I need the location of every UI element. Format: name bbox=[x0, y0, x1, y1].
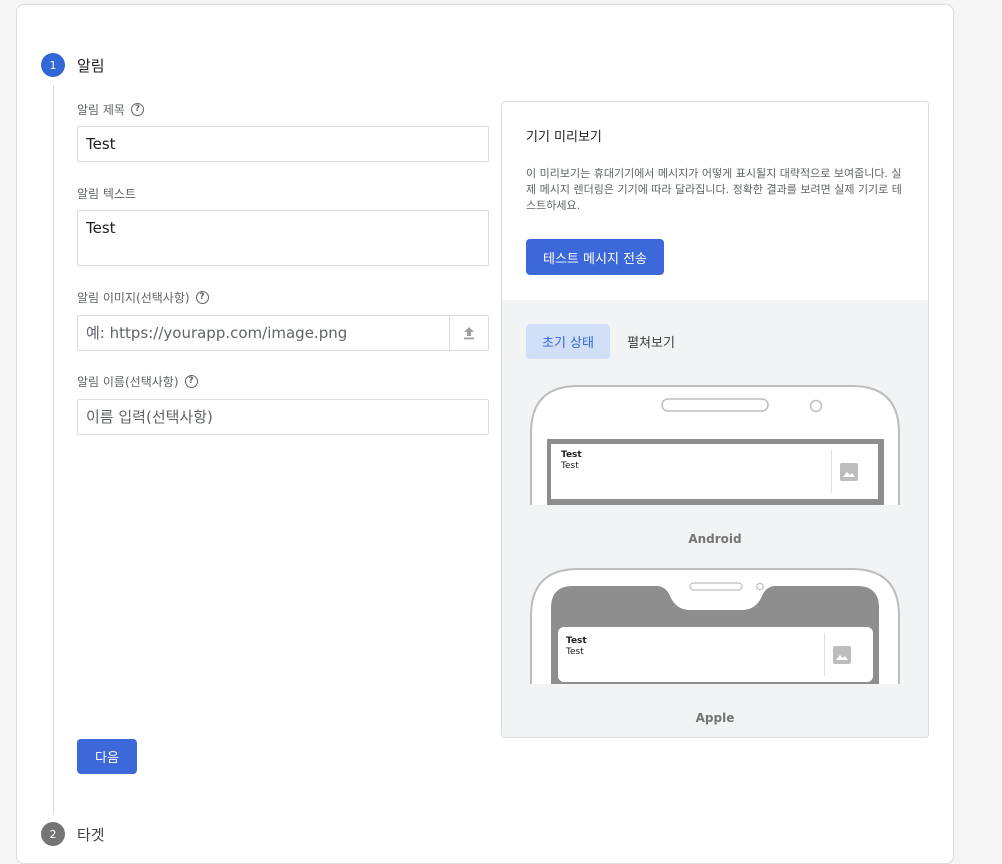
notification-image-label-text: 알림 이미지(선택사항) bbox=[77, 291, 190, 305]
stepper-line bbox=[53, 85, 54, 814]
next-button[interactable]: 다음 bbox=[77, 739, 137, 774]
upload-icon bbox=[464, 327, 474, 340]
apple-notification: Test Test bbox=[558, 627, 873, 682]
android-notification-title: Test bbox=[561, 450, 582, 460]
image-placeholder-icon bbox=[839, 462, 858, 481]
notification-name-input[interactable]: 이름 입력(선택사항) bbox=[77, 399, 489, 435]
notification-image-input[interactable]: 예: https://yourapp.com/image.png bbox=[77, 315, 450, 351]
notification-title-label: 알림 제목 ? bbox=[77, 101, 144, 118]
tab-initial-state[interactable]: 초기 상태 bbox=[526, 324, 610, 359]
notification-name-label: 알림 이름(선택사항) ? bbox=[77, 373, 198, 390]
android-notification-image bbox=[831, 450, 865, 493]
android-notification-text: Test bbox=[561, 461, 579, 471]
apple-notification-image bbox=[824, 633, 858, 676]
preview-title: 기기 미리보기 bbox=[526, 130, 602, 145]
notification-name-label-text: 알림 이름(선택사항) bbox=[77, 375, 179, 389]
notification-text-label: 알림 텍스트 bbox=[77, 185, 136, 202]
notification-image-label: 알림 이미지(선택사항) ? bbox=[77, 289, 209, 306]
help-icon[interactable]: ? bbox=[195, 291, 209, 304]
notification-text-input[interactable]: Test bbox=[77, 210, 489, 266]
notification-text-label-text: 알림 텍스트 bbox=[77, 187, 137, 201]
apple-label: Apple bbox=[695, 711, 735, 725]
tab-expanded-view[interactable]: 펼쳐보기 bbox=[616, 324, 686, 359]
step-2-title[interactable]: 타겟 bbox=[77, 824, 105, 845]
step-1-title[interactable]: 알림 bbox=[77, 55, 105, 76]
send-test-message-button[interactable]: 테스트 메시지 전송 bbox=[526, 239, 664, 275]
help-icon[interactable]: ? bbox=[130, 103, 144, 116]
apple-notification-title: Test bbox=[566, 636, 587, 646]
upload-image-button[interactable] bbox=[449, 315, 489, 351]
help-icon[interactable]: ? bbox=[184, 375, 198, 388]
notification-title-label-text: 알림 제목 bbox=[77, 103, 125, 117]
device-preview-panel: 기기 미리보기 이 미리보기는 휴대기기에서 메시지가 어떻게 표시될지 대략적… bbox=[501, 101, 929, 738]
step-2-badge: 2 bbox=[41, 822, 65, 846]
preview-description: 이 미리보기는 휴대기기에서 메시지가 어떻게 표시될지 대략적으로 보여줍니다… bbox=[526, 167, 902, 212]
android-notification: Test Test bbox=[551, 444, 878, 499]
image-placeholder-icon bbox=[832, 645, 851, 664]
android-label: Android bbox=[688, 532, 742, 546]
notification-composer-card: 1 알림 알림 제목 ? Test 알림 텍스트 Test 알림 이미지(선택사… bbox=[16, 4, 954, 864]
notification-title-input[interactable]: Test bbox=[77, 126, 489, 162]
step-1-badge: 1 bbox=[41, 53, 65, 77]
apple-notification-text: Test bbox=[566, 647, 584, 657]
preview-header: 기기 미리보기 이 미리보기는 휴대기기에서 메시지가 어떻게 표시될지 대략적… bbox=[502, 102, 928, 300]
